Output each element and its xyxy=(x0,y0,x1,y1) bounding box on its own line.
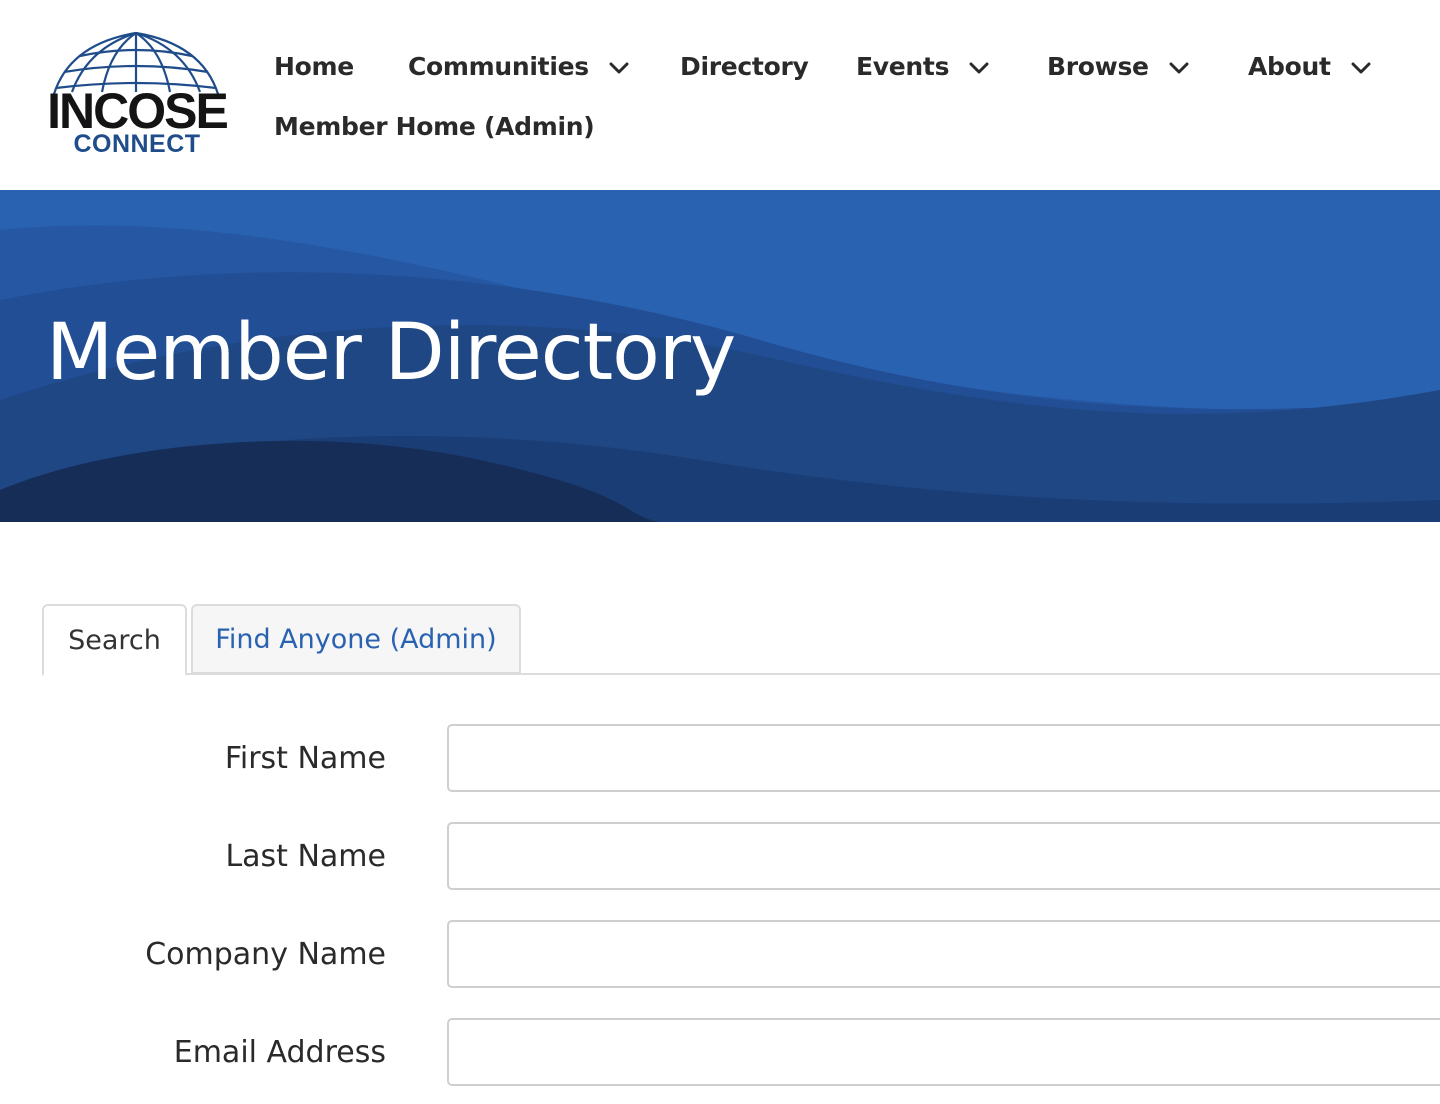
first-name-label: First Name xyxy=(224,740,386,776)
chevron-down-icon xyxy=(1351,61,1371,75)
nav-events-label: Events xyxy=(856,51,950,81)
directory-tabs: Search Find Anyone (Admin) xyxy=(42,604,1440,676)
company-name-label: Company Name xyxy=(145,936,386,972)
form-row-last-name: Last Name xyxy=(0,822,1440,890)
nav-home[interactable]: Home xyxy=(274,44,354,88)
company-name-input[interactable] xyxy=(447,920,1440,988)
logo-subtitle: CONNECT xyxy=(73,130,201,158)
form-row-email-address: Email Address xyxy=(0,1018,1440,1086)
chevron-down-icon xyxy=(969,61,989,75)
form-row-first-name: First Name xyxy=(0,724,1440,792)
nav-communities-label: Communities xyxy=(408,51,589,81)
chevron-down-icon xyxy=(1169,61,1189,75)
tab-search[interactable]: Search xyxy=(42,604,187,676)
nav-browse[interactable]: Browse xyxy=(1047,44,1189,88)
nav-directory[interactable]: Directory xyxy=(680,44,809,88)
tab-find-anyone-admin[interactable]: Find Anyone (Admin) xyxy=(191,604,521,674)
nav-member-home-label: Member Home (Admin) xyxy=(274,111,595,141)
site-header: INCOSE CONNECT Home Communities Director… xyxy=(0,0,1440,190)
last-name-label: Last Name xyxy=(225,838,386,874)
nav-browse-label: Browse xyxy=(1047,51,1149,81)
nav-communities[interactable]: Communities xyxy=(408,44,629,88)
first-name-input[interactable] xyxy=(447,724,1440,792)
nav-about[interactable]: About xyxy=(1248,44,1371,88)
email-address-input[interactable] xyxy=(447,1018,1440,1086)
email-address-label: Email Address xyxy=(173,1034,386,1070)
logo-title: INCOSE xyxy=(47,83,229,139)
nav-about-label: About xyxy=(1248,51,1331,81)
nav-events[interactable]: Events xyxy=(856,44,989,88)
nav-member-home-admin[interactable]: Member Home (Admin) xyxy=(274,104,595,148)
nav-directory-label: Directory xyxy=(680,51,809,81)
chevron-down-icon xyxy=(609,61,629,75)
form-row-company-name: Company Name xyxy=(0,920,1440,988)
last-name-input[interactable] xyxy=(447,822,1440,890)
page-title: Member Directory xyxy=(46,308,736,398)
nav-home-label: Home xyxy=(274,51,354,81)
incose-connect-logo[interactable]: INCOSE CONNECT xyxy=(40,30,232,162)
page-banner: Member Directory xyxy=(0,190,1440,522)
